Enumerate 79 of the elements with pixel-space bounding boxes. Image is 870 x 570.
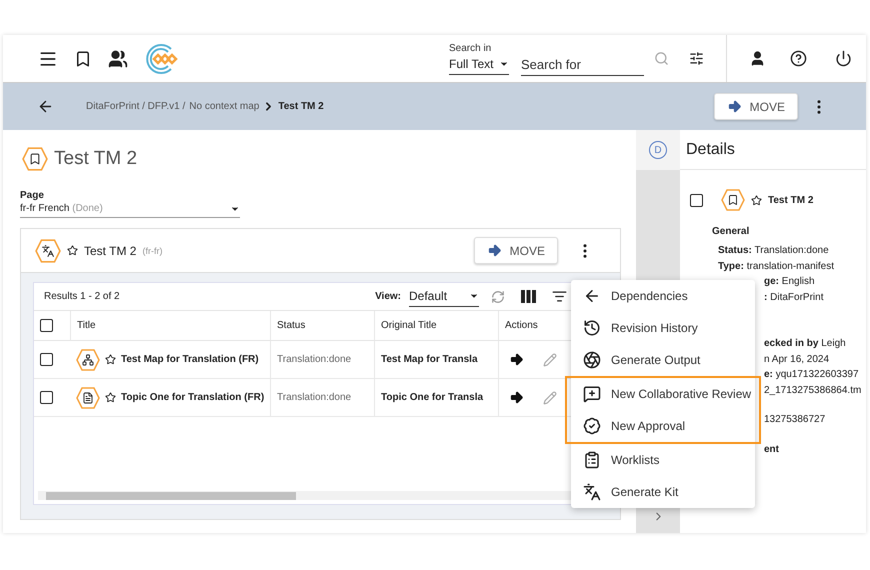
hex-document-icon [721, 188, 745, 212]
column-header[interactable]: Status [270, 311, 374, 341]
logo [144, 42, 178, 76]
table-cell: Test Map for Transla [381, 354, 478, 365]
table-cell[interactable]: Test Map for Translation (FR) [121, 354, 259, 365]
detail-line: ge: English [764, 275, 815, 289]
checkbox[interactable] [40, 353, 53, 366]
detail-line: n Apr 16, 2024 [764, 352, 830, 366]
detail-line: ent [764, 442, 779, 456]
checkbox[interactable] [690, 194, 703, 206]
hex-document-icon [22, 146, 48, 172]
detail-line: : DitaForPrint [764, 290, 824, 304]
menu-item[interactable]: New Collaborative Review [571, 378, 755, 410]
page-title: Test TM 2 [54, 148, 138, 170]
search-scope-select[interactable]: Full Text [449, 54, 509, 74]
arrow-right-icon [726, 99, 742, 114]
column-header[interactable]: Original Title [374, 311, 498, 341]
back-arrow-icon[interactable] [37, 98, 54, 115]
filter-settings-icon[interactable] [689, 51, 704, 66]
badge-check-icon [583, 417, 601, 435]
breadcrumb-link[interactable]: No context map [189, 101, 260, 112]
translate-icon [583, 483, 601, 501]
page-select[interactable]: fr-fr French (Done) [20, 201, 240, 218]
user-icon[interactable] [749, 50, 766, 67]
detail-line: 13275386727 [764, 413, 826, 427]
table-cell: Translation:done [277, 354, 352, 365]
scrollbar-thumb[interactable] [46, 492, 296, 500]
move-button[interactable]: MOVE [474, 237, 558, 264]
details-title: Details [680, 130, 866, 170]
arrow-right-icon[interactable] [509, 352, 524, 367]
columns-icon[interactable] [521, 290, 536, 303]
clipboard-icon [583, 451, 601, 469]
detail-line: 2_1713275386864.tm [764, 384, 862, 398]
menu-item[interactable]: New Approval [571, 410, 755, 442]
card-title: Test TM 2 [84, 244, 136, 258]
details-item-title: Test TM 2 [768, 194, 814, 206]
table-cell[interactable]: Topic One for Translation (FR) [121, 392, 264, 403]
locale-label: (fr-fr) [142, 246, 162, 256]
breadcrumb-current: Test TM 2 [278, 101, 324, 112]
detail-line: Type: translation-manifest [718, 260, 834, 274]
detail-line: Status: Translation:done [718, 244, 829, 258]
hex-translate-icon [35, 238, 61, 264]
table-cell: Topic One for Transla [381, 392, 484, 403]
arrow-right-icon[interactable] [509, 390, 524, 405]
star-icon[interactable] [67, 245, 78, 256]
details-badge[interactable]: D [649, 141, 667, 159]
refresh-icon[interactable] [491, 290, 505, 304]
menu-item[interactable]: Generate Kit [571, 476, 755, 508]
detail-line: ecked in by Leigh [764, 337, 846, 351]
menu-item[interactable]: Dependencies [571, 280, 755, 312]
detail-line: e: yqu171322603397 [764, 368, 859, 382]
field-label: Page [20, 190, 45, 201]
bookmarks-icon[interactable] [74, 50, 92, 68]
history-icon [583, 319, 601, 337]
arrow-right-icon [486, 243, 502, 258]
aperture-icon [583, 351, 601, 369]
move-button[interactable]: MOVE [714, 93, 798, 120]
people-icon[interactable] [108, 48, 128, 68]
menu-item[interactable]: Generate Output [571, 344, 755, 376]
hex-map-icon [76, 348, 100, 372]
menu-item[interactable]: Worklists [571, 444, 755, 476]
section-heading: General [712, 226, 750, 237]
help-icon[interactable] [790, 50, 807, 67]
table-cell: Translation:done [277, 392, 352, 403]
view-label: View: [375, 291, 401, 302]
star-icon[interactable] [105, 392, 116, 403]
view-select[interactable]: Default [409, 286, 479, 307]
power-icon[interactable] [835, 50, 852, 67]
column-header[interactable]: Title [70, 311, 270, 341]
search-scope-label: Search in [449, 42, 492, 54]
filter-icon[interactable] [552, 289, 567, 304]
star-icon[interactable] [751, 194, 762, 206]
breadcrumb-link[interactable]: DitaForPrint / DFP.v1 / [86, 101, 186, 112]
star-icon[interactable] [105, 354, 116, 365]
comment-plus-icon [583, 385, 601, 403]
checkbox[interactable] [40, 319, 53, 332]
hex-topic-icon [76, 386, 100, 410]
results-count: Results 1 - 2 of 2 [44, 291, 120, 302]
checkbox[interactable] [40, 391, 53, 404]
